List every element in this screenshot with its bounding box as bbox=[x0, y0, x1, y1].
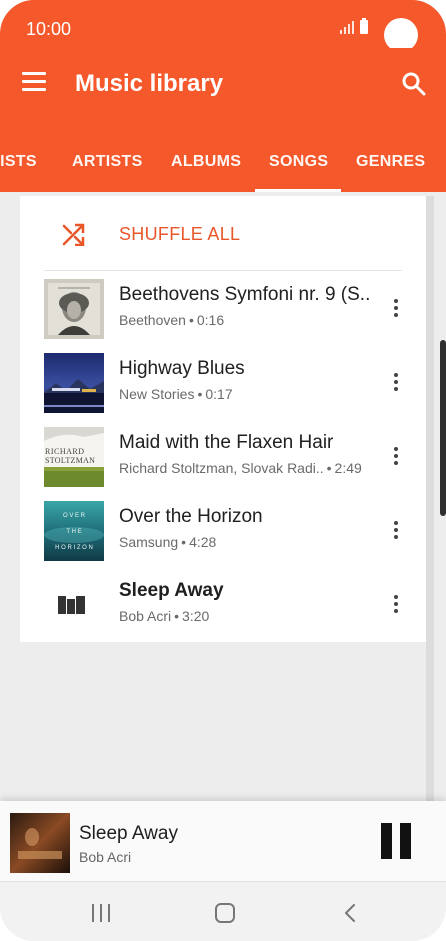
player-album-art bbox=[10, 813, 70, 873]
song-duration: 3:20 bbox=[182, 608, 210, 624]
shuffle-all-button[interactable]: SHUFFLE ALL bbox=[20, 196, 426, 270]
pause-icon[interactable] bbox=[379, 823, 413, 861]
edge-panel-handle[interactable] bbox=[440, 340, 446, 516]
more-vert-icon[interactable] bbox=[393, 595, 399, 615]
song-artist: Samsung bbox=[119, 534, 179, 550]
recent-apps-icon[interactable] bbox=[91, 904, 111, 922]
album-art-highway-blues bbox=[44, 353, 104, 413]
song-subtitle: Samsung • 4:28 bbox=[119, 534, 216, 550]
separator: • bbox=[188, 312, 194, 328]
status-time: 10:00 bbox=[26, 19, 72, 39]
song-subtitle: Richard Stoltzman, Slovak Radi.. • 2:49 bbox=[119, 460, 362, 476]
song-title: Beethovens Symfoni nr. 9 (S.. bbox=[119, 284, 371, 305]
search-icon[interactable] bbox=[400, 70, 428, 98]
song-subtitle: New Stories • 0:17 bbox=[119, 386, 233, 402]
cover-text: STOLTZMAN bbox=[45, 456, 96, 465]
song-artist: Beethoven bbox=[119, 312, 186, 328]
album-art-beethoven bbox=[44, 279, 104, 339]
song-row[interactable]: Beethovens Symfoni nr. 9 (S.. Beethoven •… bbox=[20, 271, 426, 345]
separator: • bbox=[181, 534, 187, 550]
status-bar: 10:00 bbox=[0, 0, 446, 52]
more-vert-icon[interactable] bbox=[393, 373, 399, 393]
song-artist: Richard Stoltzman, Slovak Radi.. bbox=[119, 460, 324, 476]
tab-playlists[interactable]: LISTS bbox=[0, 153, 37, 171]
app-bar: Music library LISTS ARTISTS ALBUMS SONGS… bbox=[0, 48, 446, 192]
mini-player[interactable]: Sleep Away Bob Acri bbox=[0, 801, 446, 881]
song-row-now-playing[interactable]: Sleep Away Bob Acri • 3:20 bbox=[20, 567, 426, 641]
front-camera bbox=[384, 18, 418, 52]
more-vert-icon[interactable] bbox=[393, 521, 399, 541]
song-title: Over the Horizon bbox=[119, 506, 263, 527]
cover-text: T H E bbox=[66, 529, 82, 535]
song-subtitle: Bob Acri • 3:20 bbox=[119, 608, 209, 624]
scroll-track[interactable] bbox=[426, 196, 434, 801]
more-vert-icon[interactable] bbox=[393, 299, 399, 319]
shuffle-icon bbox=[62, 223, 85, 246]
cover-text: O V E R bbox=[62, 513, 85, 519]
battery-icon bbox=[360, 18, 368, 34]
song-artist: New Stories bbox=[119, 386, 195, 402]
song-row[interactable]: O V E R T H E H O R I Z O N Over the Hor… bbox=[20, 493, 426, 567]
album-art-over-the-horizon: O V E R T H E H O R I Z O N bbox=[44, 501, 104, 561]
tab-artists[interactable]: ARTISTS bbox=[72, 153, 143, 171]
song-duration: 4:28 bbox=[189, 534, 217, 550]
home-icon[interactable] bbox=[215, 903, 235, 923]
song-title: Highway Blues bbox=[119, 358, 245, 379]
more-vert-icon[interactable] bbox=[393, 447, 399, 467]
album-art-richard-stoltzman: RICHARD STOLTZMAN bbox=[44, 427, 104, 487]
song-row[interactable]: Highway Blues New Stories • 0:17 bbox=[20, 345, 426, 419]
menu-icon[interactable] bbox=[22, 72, 48, 94]
separator: • bbox=[197, 386, 203, 402]
signal-icon bbox=[340, 20, 354, 34]
phone-screen: 10:00 Music library LISTS ARTISTS ALBUMS… bbox=[0, 0, 446, 941]
tab-bar: LISTS ARTISTS ALBUMS SONGS GENRES bbox=[0, 144, 446, 192]
now-playing-icon bbox=[58, 594, 88, 614]
shuffle-all-label: SHUFFLE ALL bbox=[119, 224, 241, 244]
song-duration: 0:16 bbox=[196, 312, 225, 328]
back-icon[interactable] bbox=[342, 904, 358, 922]
page-title: Music library bbox=[75, 70, 224, 97]
player-song-title: Sleep Away bbox=[79, 823, 178, 844]
separator: • bbox=[174, 608, 180, 624]
song-duration: 2:49 bbox=[334, 460, 362, 476]
song-title: Maid with the Flaxen Hair bbox=[119, 432, 334, 453]
cover-text: RICHARD bbox=[45, 447, 85, 456]
player-artist: Bob Acri bbox=[79, 849, 132, 865]
song-row[interactable]: RICHARD STOLTZMAN Maid with the Flaxen H… bbox=[20, 419, 426, 493]
selected-tab-indicator bbox=[255, 189, 341, 192]
tab-songs[interactable]: SONGS bbox=[269, 153, 328, 171]
cover-text: H O R I Z O N bbox=[55, 545, 93, 551]
system-nav-bar bbox=[0, 881, 446, 941]
status-icons bbox=[340, 18, 368, 34]
song-subtitle: Beethoven • 0:16 bbox=[119, 312, 224, 328]
separator: • bbox=[326, 460, 332, 476]
song-list: SHUFFLE ALL Beethovens Symfoni nr. 9 (S.… bbox=[20, 196, 426, 642]
song-artist: Bob Acri bbox=[119, 608, 172, 624]
song-title: Sleep Away bbox=[119, 580, 224, 601]
tab-genres[interactable]: GENRES bbox=[356, 153, 425, 171]
song-duration: 0:17 bbox=[205, 386, 233, 402]
tab-albums[interactable]: ALBUMS bbox=[171, 153, 241, 171]
